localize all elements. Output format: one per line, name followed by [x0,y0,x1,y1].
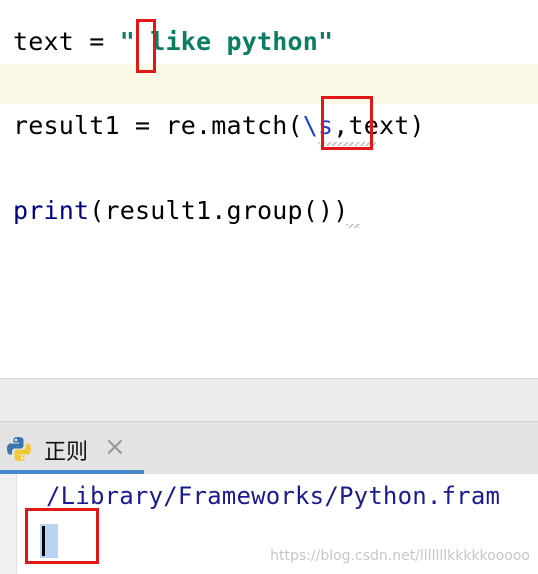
code-line-5[interactable]: print(result1.group()) [13,195,349,227]
run-tab[interactable]: 正则 × [0,422,144,474]
variable-text: text [13,27,75,56]
annotation-box-space [136,19,156,73]
close-icon[interactable]: × [104,432,126,462]
interpreter-path: /Library/Frameworks/Python.fram [46,482,501,510]
warning-squiggle-small [346,224,360,228]
assign-operator: = [74,27,120,56]
current-line-highlight [0,64,538,104]
code-line-1[interactable]: text = " like python" [13,26,333,58]
annotation-box-regex [321,96,373,150]
print-keyword: print [13,196,90,225]
python-icon [7,437,31,461]
print-args: (result1.group()) [89,196,349,225]
panel-divider [0,379,538,421]
run-tab-label: 正则 [44,440,89,465]
watermark: https://blog.csdn.net/lllllllkkkkkooooo [270,548,530,564]
annotation-box-output [25,508,99,564]
code-editor[interactable]: text = " like python" result1 = re.match… [0,0,538,379]
match-call-prefix: result1 = re.match( [13,111,303,140]
console-output[interactable]: /Library/Frameworks/Python.fram https://… [0,474,538,574]
console-gutter [0,474,17,574]
run-toolbar: 正则 × [0,421,538,474]
